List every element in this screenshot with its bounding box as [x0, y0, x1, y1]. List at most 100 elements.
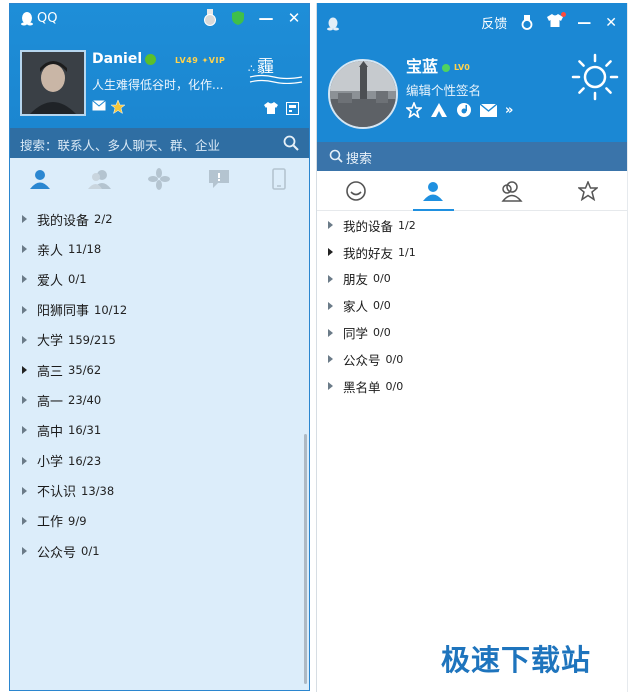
app-manager-icon[interactable] [286, 102, 299, 115]
medal-icon[interactable] [521, 15, 533, 30]
contact-group-row[interactable]: 我的好友 1/1 [317, 239, 627, 266]
tab-messages[interactable] [317, 171, 395, 210]
contact-group-row[interactable]: 工作 9/9 [10, 506, 309, 536]
shield-icon[interactable] [229, 8, 247, 28]
search-input[interactable]: 搜索：联系人、多人聊天、群、企业 [20, 135, 220, 154]
minimize-button[interactable]: — [577, 15, 591, 31]
notification-dot [561, 12, 567, 17]
contact-group-row[interactable]: 黑名单 0/0 [317, 373, 627, 400]
triangle-right-icon[interactable] [22, 335, 27, 344]
group-name: 公众号 [37, 545, 77, 561]
search-input[interactable]: 搜索 [346, 148, 372, 167]
tab-groups[interactable] [80, 164, 120, 194]
feedback-link[interactable]: 反馈 [481, 13, 507, 32]
tab-chat[interactable] [199, 164, 239, 194]
triangle-right-icon[interactable] [328, 221, 333, 230]
group-name: 公众号 [343, 352, 381, 368]
triangle-right-icon[interactable] [328, 328, 333, 337]
user-name[interactable]: Daniel [92, 51, 157, 67]
close-button[interactable]: ✕ [605, 15, 617, 31]
contact-group-row[interactable]: 高一 23/40 [10, 385, 309, 415]
group-count: 0/0 [373, 299, 391, 313]
triangle-right-icon[interactable] [22, 516, 27, 525]
tab-contacts[interactable] [20, 164, 60, 194]
level-badge[interactable]: LV49 ✦VIP [175, 56, 225, 65]
online-status-icon[interactable] [442, 63, 451, 72]
skin-shirt-icon[interactable] [264, 102, 278, 114]
chat-bubble-icon [345, 180, 366, 201]
triangle-right-icon[interactable] [22, 547, 27, 556]
contact-group-row[interactable]: 我的设备 1/2 [317, 212, 627, 239]
profile-header: QQ — ✕ Daniel LV49 ✦VIP 人生难得低谷时，化作... ∴霾 [10, 4, 309, 128]
qzone-icon[interactable] [430, 102, 448, 118]
tab-phone[interactable] [259, 164, 299, 194]
triangle-right-icon[interactable] [22, 456, 27, 465]
contact-group-row[interactable]: 爱人 0/1 [10, 264, 309, 294]
contact-group-row[interactable]: 不认识 13/38 [10, 476, 309, 506]
skin-button[interactable] [547, 12, 567, 31]
star-icon[interactable] [111, 100, 125, 114]
music-icon[interactable] [456, 102, 472, 118]
contact-group-row[interactable]: 高中 16/31 [10, 415, 309, 445]
group-name: 同学 [343, 326, 369, 342]
online-status-icon[interactable] [145, 53, 157, 65]
chat-icon [209, 170, 230, 188]
groups-icon [501, 180, 523, 202]
triangle-right-icon[interactable] [328, 274, 333, 283]
user-name[interactable]: 宝蓝 LV0 [406, 53, 470, 77]
triangle-right-icon[interactable] [22, 486, 27, 495]
triangle-right-icon[interactable] [22, 305, 27, 314]
group-count: 159/215 [68, 332, 116, 347]
triangle-right-icon[interactable] [22, 426, 27, 435]
search-bar[interactable]: 搜索：联系人、多人聊天、群、企业 [10, 128, 309, 158]
contact-group-row[interactable]: 公众号 0/0 [317, 346, 627, 373]
contact-group-row[interactable]: 家人 0/0 [317, 292, 627, 319]
group-name: 朋友 [343, 272, 369, 288]
group-count: 0/0 [385, 352, 404, 366]
contact-group-row[interactable]: 大学 159/215 [10, 325, 309, 355]
tab-apps[interactable] [139, 164, 179, 194]
signature[interactable]: 人生难得低谷时，化作... [92, 76, 223, 93]
search-bar[interactable]: 搜索 [317, 142, 627, 171]
mail-icon[interactable] [480, 103, 497, 117]
group-name: 我的设备 [37, 213, 90, 229]
contact-group-row[interactable]: 阳狮同事 10/12 [10, 295, 309, 325]
tab-favorites[interactable] [550, 171, 628, 210]
avatar[interactable] [328, 59, 398, 129]
triangle-right-icon[interactable] [22, 275, 27, 284]
triangle-right-icon[interactable] [22, 396, 27, 405]
mail-icon[interactable] [92, 100, 106, 111]
group-name: 高三 [37, 364, 64, 380]
star-icon[interactable] [406, 102, 422, 118]
weather-widget[interactable]: ∴霾 [248, 52, 303, 84]
contact-group-row[interactable]: 同学 0/0 [317, 319, 627, 346]
sun-weather-icon[interactable] [571, 53, 619, 101]
more-icon[interactable]: » [505, 103, 513, 118]
group-count: 10/12 [94, 302, 128, 317]
scrollbar[interactable] [304, 434, 307, 684]
tab-groups[interactable] [472, 171, 550, 210]
contact-group-row[interactable]: 公众号 0/1 [10, 536, 309, 566]
close-button[interactable]: ✕ [285, 8, 303, 28]
medal-icon[interactable] [201, 8, 219, 28]
contact-group-row[interactable]: 我的设备 2/2 [10, 204, 309, 234]
tab-contacts[interactable] [395, 171, 473, 211]
triangle-right-dark-icon[interactable] [22, 366, 27, 375]
triangle-right-icon[interactable] [328, 355, 333, 364]
triangle-right-icon[interactable] [22, 215, 27, 224]
triangle-right-dark-icon[interactable] [328, 248, 333, 257]
search-icon[interactable] [283, 135, 299, 151]
signature-edit[interactable]: 编辑个性签名 [406, 80, 481, 99]
contact-group-row[interactable]: 小学 16/23 [10, 446, 309, 476]
triangle-right-icon[interactable] [328, 382, 333, 391]
triangle-right-icon[interactable] [22, 245, 27, 254]
level-badge[interactable]: LV0 [454, 63, 470, 72]
penguin-icon [327, 17, 339, 31]
contact-group-row[interactable]: 亲人 11/18 [10, 234, 309, 264]
triangle-right-icon[interactable] [328, 301, 333, 310]
contact-group-row[interactable]: 高三 35/62 [10, 355, 309, 385]
group-name: 工作 [37, 515, 64, 531]
avatar[interactable] [20, 50, 86, 116]
contact-group-row[interactable]: 朋友 0/0 [317, 266, 627, 293]
minimize-button[interactable]: — [257, 8, 275, 28]
